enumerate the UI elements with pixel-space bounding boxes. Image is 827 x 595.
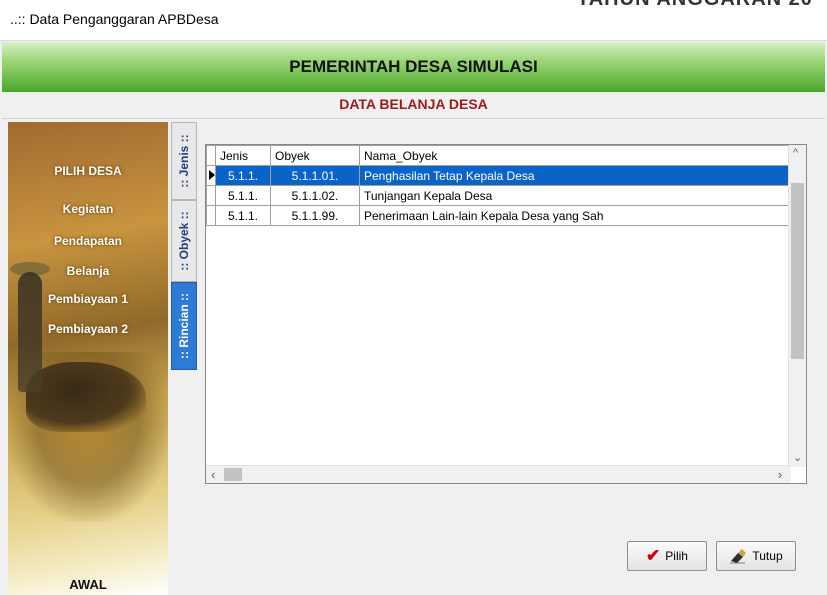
table-row[interactable]: 5.1.1. 5.1.1.99. Penerimaan Lain-lain Ke…	[206, 205, 792, 226]
data-grid[interactable]: Jenis Obyek Nama_Obyek 5.1.1. 5.1.1.01. …	[205, 144, 807, 484]
check-icon: ✔	[646, 546, 661, 565]
triangle-right-icon	[209, 169, 215, 180]
cell-jenis[interactable]: 5.1.1.	[215, 205, 271, 226]
tutup-button-label: Tutup	[752, 549, 783, 563]
cell-obyek[interactable]: 5.1.1.99.	[270, 205, 360, 226]
eraser-icon	[729, 548, 747, 564]
horizontal-scroll-thumb[interactable]	[224, 468, 242, 481]
tab-rincian-label: :: Rincian ::	[177, 293, 191, 359]
cell-nama-obyek[interactable]: Tunjangan Kepala Desa	[359, 185, 792, 206]
cell-obyek[interactable]: 5.1.1.01.	[270, 165, 360, 186]
sidebar-item-kegiatan[interactable]: Kegiatan	[8, 202, 168, 216]
cell-nama-obyek[interactable]: Penerimaan Lain-lain Kepala Desa yang Sa…	[359, 205, 792, 226]
sidebar-background-buffalo	[26, 362, 146, 432]
sidebar-item-pembiayaan-1[interactable]: Pembiayaan 1	[8, 292, 168, 306]
row-indicator	[206, 165, 216, 186]
data-table: Jenis Obyek Nama_Obyek 5.1.1. 5.1.1.01. …	[206, 145, 792, 226]
horizontal-scrollbar[interactable]: ‹ ›	[206, 465, 791, 483]
pilih-button-label: Pilih	[665, 549, 688, 563]
table-row[interactable]: 5.1.1. 5.1.1.01. Penghasilan Tetap Kepal…	[206, 165, 792, 186]
column-header-obyek[interactable]: Obyek	[270, 145, 360, 166]
sidebar-footer-awal[interactable]: AWAL	[8, 577, 168, 592]
vertical-scroll-thumb[interactable]	[791, 183, 804, 359]
vertical-tab-strip: :: Jenis :: :: Obyek :: :: Rincian ::	[171, 122, 197, 595]
table-header-row: Jenis Obyek Nama_Obyek	[206, 145, 792, 166]
sidebar-item-pembiayaan-2[interactable]: Pembiayaan 2	[8, 322, 168, 336]
tab-obyek[interactable]: :: Obyek ::	[171, 200, 197, 282]
sidebar-item-pendapatan[interactable]: Pendapatan	[8, 234, 168, 248]
cell-jenis[interactable]: 5.1.1.	[215, 185, 271, 206]
section-header: DATA BELANJA DESA	[2, 92, 825, 119]
vertical-scrollbar[interactable]: ^ ⌄	[788, 145, 806, 467]
sidebar-item-belanja[interactable]: Belanja	[8, 264, 168, 278]
cell-nama-obyek[interactable]: Penghasilan Tetap Kepala Desa	[359, 165, 792, 186]
tab-obyek-label: :: Obyek ::	[177, 211, 191, 271]
banner-title: PEMERINTAH DESA SIMULASI	[289, 57, 538, 76]
tab-rincian[interactable]: :: Rincian ::	[171, 282, 197, 370]
scroll-up-icon[interactable]: ^	[793, 147, 798, 159]
background-window-text: TAHUN ANGGARAN 20	[577, 0, 813, 11]
scroll-right-icon[interactable]: ›	[778, 467, 782, 482]
tutup-button[interactable]: Tutup	[716, 541, 796, 571]
row-indicator	[206, 205, 216, 226]
section-title: DATA BELANJA DESA	[339, 96, 488, 112]
sidebar-item-pilih-desa[interactable]: PILIH DESA	[8, 164, 168, 178]
cell-jenis[interactable]: 5.1.1.	[215, 165, 271, 186]
row-indicator-header	[206, 145, 216, 166]
pilih-button[interactable]: ✔ Pilih	[627, 541, 707, 571]
tab-jenis-label: :: Jenis ::	[177, 134, 191, 188]
tab-jenis[interactable]: :: Jenis ::	[171, 122, 197, 200]
scroll-left-icon[interactable]: ‹	[211, 467, 215, 482]
cell-obyek[interactable]: 5.1.1.02.	[270, 185, 360, 206]
sidebar-panel: PILIH DESA Kegiatan Pendapatan Belanja P…	[8, 122, 168, 595]
column-header-nama-obyek[interactable]: Nama_Obyek	[359, 145, 792, 166]
window-titlebar: ..:: Data Penganggaran APBDesa TAHUN ANG…	[0, 0, 827, 41]
column-header-jenis[interactable]: Jenis	[215, 145, 271, 166]
row-indicator	[206, 185, 216, 206]
window-title: ..:: Data Penganggaran APBDesa	[10, 11, 219, 27]
table-row[interactable]: 5.1.1. 5.1.1.02. Tunjangan Kepala Desa	[206, 185, 792, 206]
header-banner: PEMERINTAH DESA SIMULASI	[2, 42, 825, 92]
scroll-down-icon[interactable]: ⌄	[793, 451, 802, 464]
content-panel: Jenis Obyek Nama_Obyek 5.1.1. 5.1.1.01. …	[197, 128, 825, 595]
